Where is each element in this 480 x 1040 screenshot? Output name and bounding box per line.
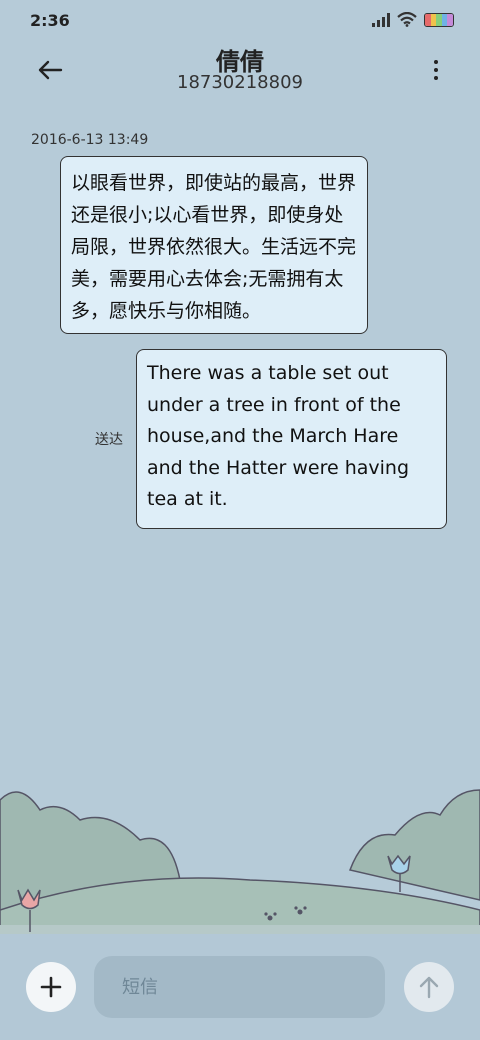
send-button[interactable] bbox=[404, 962, 454, 1012]
background-scenery bbox=[0, 789, 480, 940]
battery-icon bbox=[424, 12, 454, 27]
plus-icon bbox=[40, 976, 62, 998]
more-options-button[interactable] bbox=[428, 56, 444, 84]
status-bar: 2:36 bbox=[0, 0, 480, 42]
outgoing-message-bubble[interactable]: There was a table set out under a tree i… bbox=[136, 349, 447, 529]
contact-number: 18730218809 bbox=[177, 72, 303, 93]
wifi-icon bbox=[397, 12, 417, 27]
delivery-status: 送达 bbox=[95, 432, 123, 448]
more-vertical-icon bbox=[434, 60, 438, 64]
signal-icon bbox=[372, 12, 390, 27]
incoming-message-bubble[interactable]: 以眼看世界，即使站的最高，世界还是很小;以心看世界，即使身处局限，世界依然很大。… bbox=[60, 156, 368, 334]
incoming-message-text: 以眼看世界，即使站的最高，世界还是很小;以心看世界，即使身处局限，世界依然很大。… bbox=[71, 172, 357, 322]
status-time: 2:36 bbox=[30, 11, 70, 30]
message-composer bbox=[0, 934, 480, 1040]
message-timestamp: 2016-6-13 13:49 bbox=[31, 132, 149, 148]
arrow-up-icon bbox=[419, 976, 439, 999]
outgoing-message-text: There was a table set out under a tree i… bbox=[147, 362, 410, 510]
add-attachment-button[interactable] bbox=[26, 962, 76, 1012]
message-input[interactable] bbox=[94, 956, 385, 1018]
conversation-header: 倩倩 18730218809 bbox=[0, 42, 480, 102]
status-icons bbox=[372, 12, 454, 27]
